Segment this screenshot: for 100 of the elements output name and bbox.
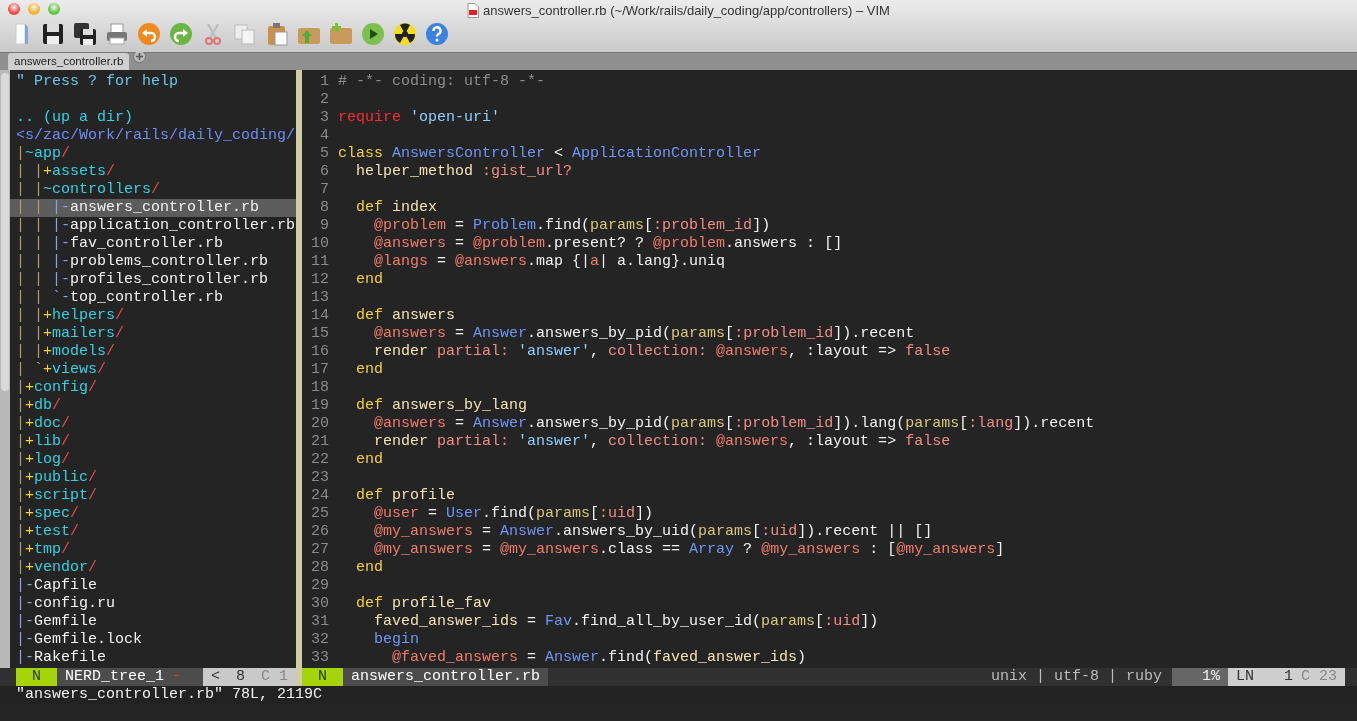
tree-item[interactable]: | | |-profiles_controller.rb [10,271,296,289]
modified-label: - [172,668,182,686]
code-line: def answers [355,307,456,324]
tree-item[interactable]: |+tmp/ [10,541,296,559]
help-icon[interactable] [424,21,450,47]
play-icon[interactable] [360,21,386,47]
tree-item[interactable]: | | |-answers_controller.rb [10,199,296,217]
save-icon[interactable] [40,21,66,47]
tree-item[interactable]: |+log/ [10,451,296,469]
code-line: def profile [355,487,456,504]
tree-item[interactable]: |-Capfile [10,577,296,595]
code-line: end [355,559,383,576]
tree-item[interactable]: | |+mailers/ [10,325,296,343]
tree-item[interactable]: |+doc/ [10,415,296,433]
line-number: 4 [319,127,329,145]
scroll-percent: 1% [1172,668,1228,686]
line-number: 15 [310,325,329,343]
line-number: 14 [310,307,329,325]
mode-indicator: N [302,668,343,686]
line-number: 18 [310,379,329,397]
code-line: @problem = Problem.find(params[:problem_id]) [373,217,771,234]
tab[interactable]: answers_controller.rb [8,53,130,70]
command-line: "answers_controller.rb" 78L, 2119C [15,686,324,704]
close-button[interactable] [8,3,20,15]
code-line: render partial: 'answer', collection: @answers, :layout => false [373,433,951,450]
line-number: 9 [319,217,329,235]
line-number: 33 [310,649,329,667]
tree-item[interactable]: | `+views/ [10,361,296,379]
tree-item[interactable]: |-config.ru [10,595,296,613]
code-line: @faved_answers = Answer.find(faved_answer_ids) [391,649,807,666]
line-number: 11 [310,253,329,271]
parent-directory-link[interactable]: .. (up a dir) [16,109,134,126]
ruby-file-icon [467,3,480,19]
tree-item[interactable]: |-Rakefile [10,649,296,667]
line-label: LN [1236,668,1254,686]
tree-item[interactable]: |~app/ [10,145,296,163]
buffer-name: NERD_tree_1 [65,668,165,686]
zoom-button[interactable] [48,3,60,15]
tree-item[interactable]: | |+helpers/ [10,307,296,325]
printer-icon[interactable] [104,21,130,47]
tree-item[interactable]: |+test/ [10,523,296,541]
code-line: render partial: 'answer', collection: @answers, :layout => false [373,343,951,360]
copy-icon[interactable] [232,21,258,47]
code-line: begin [373,631,419,648]
tree-item[interactable]: |-Gemfile [10,613,296,631]
line-number: 25 [310,505,329,523]
help-hint: " Press ? for help [16,73,179,90]
code-line: require 'open-uri' [338,109,501,126]
line-number: 30 [310,595,329,613]
box-add-icon[interactable] [328,21,354,47]
redo-icon[interactable] [168,21,194,47]
root-path: <s/zac/Work/rails/daily_coding/ [16,127,296,144]
code-line: def profile_fav [355,595,492,612]
file-name: answers_controller.rb [343,668,549,686]
minimize-button[interactable] [28,3,40,15]
line-number: 23 [310,469,329,487]
tree-item[interactable]: | | |-application_controller.rb [10,217,296,235]
tree-item[interactable]: |+db/ [10,397,296,415]
tree-item[interactable]: | |+assets/ [10,163,296,181]
undo-icon[interactable] [136,21,162,47]
tree-item[interactable]: |+lib/ [10,433,296,451]
line-number: 22 [310,451,329,469]
line-number: 6 [319,163,329,181]
line-number: 19 [310,397,329,415]
code-line: @answers = Answer.answers_by_pid(params[:problem_id]).recent [373,325,915,342]
line-number: 26 [310,523,329,541]
tree-item[interactable]: |+vendor/ [10,559,296,577]
code-line: @user = User.find(params[:uid]) [373,505,654,522]
tree-item[interactable]: |+public/ [10,469,296,487]
column-number: C 23 [1301,668,1337,686]
line-number: 32 [310,631,329,649]
tree-item[interactable]: | |+models/ [10,343,296,361]
code-line: class AnswersController < ApplicationController [338,145,762,162]
code-line: @langs = @answers.map {|a| a.lang}.uniq [373,253,726,270]
tree-item[interactable]: |+script/ [10,487,296,505]
code-line: def index [355,199,438,216]
line-number: 8 [319,199,329,217]
code-line: @my_answers = Answer.answers_by_uid(params[:uid]).recent || [] [373,523,933,540]
tree-item[interactable]: | | `-top_controller.rb [10,289,296,307]
line-number: 21 [310,433,329,451]
line-number: 1 [319,73,329,91]
tree-item[interactable]: | |~controllers/ [10,181,296,199]
line-number: 17 [310,361,329,379]
mode-indicator: N [16,668,57,686]
tree-item[interactable]: |-Gemfile.lock [10,631,296,649]
line-number: 29 [310,577,329,595]
tree-item[interactable]: | | |-problems_controller.rb [10,253,296,271]
line-number: 31 [310,613,329,631]
line-number: 1 [1283,668,1293,686]
code-line: helper_method :gist_url? [355,163,573,180]
line-number: 8 [235,668,245,686]
code-line: faved_answer_ids = Fav.find_all_by_user_id(params[:uid]) [373,613,879,630]
radiation-icon[interactable] [392,21,418,47]
tree-item[interactable]: | | |-fav_controller.rb [10,235,296,253]
code-line: end [355,451,383,468]
tree-item[interactable]: |+config/ [10,379,296,397]
scrollbar-thumb[interactable] [1,73,9,391]
tree-item[interactable]: |+spec/ [10,505,296,523]
file-info: unix | utf-8 | ruby [989,668,1163,686]
save-all-icon[interactable] [72,21,98,47]
